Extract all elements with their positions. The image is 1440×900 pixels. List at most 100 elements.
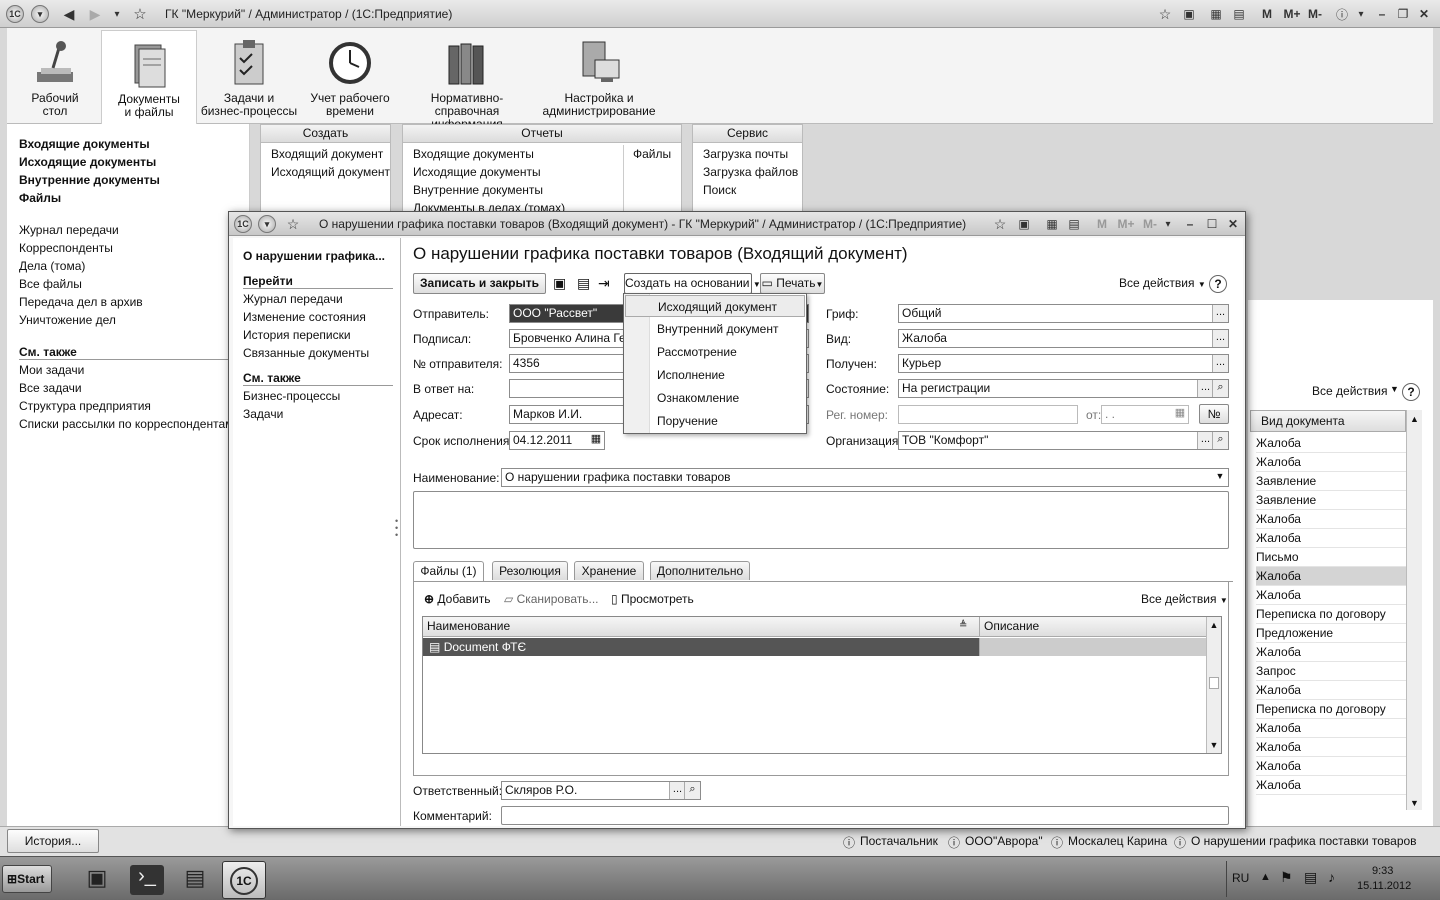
language-indicator[interactable]: RU [1232, 871, 1249, 885]
responsible-field[interactable]: Скляров Р.О. ... ⌕ [501, 781, 701, 800]
nav-correspondents[interactable]: Корреспонденты [19, 241, 113, 255]
calendar-icon[interactable]: ▤ [1065, 215, 1083, 233]
comment-field[interactable] [501, 806, 1229, 825]
m-icon[interactable]: M [1093, 215, 1111, 233]
tab-additional[interactable]: Дополнительно [650, 561, 750, 580]
nav-my-tasks[interactable]: Мои задачи [19, 363, 84, 377]
scroll-thumb[interactable] [1209, 677, 1219, 689]
from-date-field[interactable]: . . ▦ [1101, 405, 1189, 424]
table-row[interactable]: ▤ Document ФТЄ [423, 638, 979, 656]
minimize-icon[interactable]: – [1181, 215, 1199, 233]
report-files-link[interactable]: Файлы [633, 147, 671, 161]
organization-field[interactable]: ТОВ "Комфорт" ... ⌕ [898, 431, 1229, 450]
list-item[interactable]: Жалоба [1256, 453, 1406, 472]
calendar-icon[interactable]: ▤ [1230, 5, 1248, 23]
create-incoming-link[interactable]: Входящий документ [271, 147, 383, 161]
history-button[interactable]: История... [7, 829, 99, 853]
nav-cases[interactable]: Дела (тома) [19, 259, 85, 273]
list-item[interactable]: Жалоба [1256, 719, 1406, 738]
section-reference[interactable]: Нормативно-справочная информация [401, 38, 533, 131]
search-icon[interactable]: ⌕ [1212, 380, 1228, 397]
info-dropdown-icon[interactable]: ▾ [1352, 5, 1370, 23]
bg-scrollbar[interactable]: ▲ ▼ [1406, 410, 1422, 810]
forward-icon[interactable]: ▶ [86, 5, 104, 23]
bg-column-header[interactable]: Вид документа [1250, 410, 1406, 432]
select-button[interactable]: ... [1212, 355, 1228, 372]
side-correspondence-history[interactable]: История переписки [243, 328, 351, 342]
bg-all-actions[interactable]: Все действия [1312, 384, 1387, 398]
select-button[interactable]: ... [1212, 305, 1228, 322]
files-scrollbar[interactable]: ▲ ▼ [1206, 617, 1221, 753]
nav-transfer-journal[interactable]: Журнал передачи [19, 223, 119, 237]
create-based-on-button[interactable]: Создать на основании ▼ [624, 273, 761, 294]
view-button[interactable]: ▯ Просмотреть [611, 592, 694, 606]
section-admin[interactable]: Настройка и администрирование [537, 38, 661, 118]
list-icon[interactable]: ▤ [577, 275, 590, 292]
status-item[interactable]: ООО"Аврора" [965, 834, 1043, 848]
favorites-star-icon[interactable]: ☆ [284, 215, 302, 233]
calendar-icon[interactable]: ▦ [588, 432, 604, 449]
report-incoming-link[interactable]: Входящие документы [413, 147, 534, 161]
status-item[interactable]: О нарушении графика поставки товаров [1191, 834, 1417, 848]
menu-item-execution[interactable]: Исполнение [625, 364, 805, 386]
bookmark-icon[interactable]: ▣ [1015, 215, 1033, 233]
list-item[interactable]: Жалоба [1256, 738, 1406, 757]
name-field[interactable]: О нарушении графика поставки товаров ▼ [501, 468, 1229, 487]
create-outgoing-link[interactable]: Исходящий документ [271, 165, 390, 179]
files-all-actions[interactable]: Все действия ▼ [1141, 592, 1228, 606]
nav-internal-documents[interactable]: Внутренние документы [19, 173, 160, 187]
favorites-star-icon[interactable]: ☆ [131, 5, 149, 23]
scroll-up-icon[interactable]: ▲ [1407, 414, 1422, 424]
side-related-documents[interactable]: Связанные документы [243, 346, 369, 360]
received-field[interactable]: Курьер ... [898, 354, 1229, 373]
scroll-up-icon[interactable]: ▲ [1207, 620, 1221, 630]
list-item[interactable]: Жалоба [1256, 757, 1406, 776]
kind-field[interactable]: Жалоба ... [898, 329, 1229, 348]
powershell-taskbar-icon[interactable]: ›_ [130, 865, 164, 895]
nav-outgoing-documents[interactable]: Исходящие документы [19, 155, 156, 169]
files-col-desc-header[interactable]: Описание [979, 617, 1206, 637]
folder-taskbar-icon[interactable]: ▤ [178, 865, 212, 895]
side-tasks[interactable]: Задачи [243, 407, 283, 421]
menu-dropdown-icon[interactable]: ▾ [258, 215, 276, 233]
files-load-link[interactable]: Загрузка файлов [703, 165, 798, 179]
menu-item-assignment[interactable]: Поручение [625, 410, 805, 432]
list-item[interactable]: Запрос [1256, 662, 1406, 681]
report-internal-link[interactable]: Внутренние документы [413, 183, 543, 197]
m-plus-icon[interactable]: M+ [1115, 215, 1137, 233]
list-item[interactable]: Переписка по договору [1256, 605, 1406, 624]
list-item[interactable]: Письмо [1256, 548, 1406, 567]
m-minus-icon[interactable]: M- [1304, 5, 1326, 23]
star-icon[interactable]: ☆ [991, 215, 1009, 233]
tab-resolution[interactable]: Резолюция [492, 561, 568, 580]
close-icon[interactable]: ✕ [1224, 215, 1242, 233]
list-item[interactable]: Переписка по договору [1256, 700, 1406, 719]
history-dropdown-icon[interactable]: ▾ [108, 5, 126, 23]
side-transfer-journal[interactable]: Журнал передачи [243, 292, 343, 306]
computer-taskbar-icon[interactable]: ▣ [80, 865, 114, 895]
section-time[interactable]: Учет рабочего времени [302, 38, 398, 118]
nav-archive-transfer[interactable]: Передача дел в архив [19, 295, 143, 309]
nav-destruction[interactable]: Уничтожение дел [19, 313, 116, 327]
nav-org-structure[interactable]: Структура предприятия [19, 399, 151, 413]
speaker-muted-icon[interactable]: ♪ [1328, 869, 1335, 885]
calculator-icon[interactable]: ▦ [1207, 5, 1225, 23]
search-link[interactable]: Поиск [703, 183, 736, 197]
search-icon[interactable]: ⌕ [1212, 432, 1228, 449]
star-icon[interactable]: ☆ [1156, 5, 1174, 23]
side-business-processes[interactable]: Бизнес-процессы [243, 389, 340, 403]
m-minus-icon[interactable]: M- [1139, 215, 1161, 233]
select-button[interactable]: ... [1197, 380, 1213, 397]
close-icon[interactable]: ✕ [1415, 5, 1433, 23]
nav-files[interactable]: Файлы [19, 191, 61, 205]
scroll-down-icon[interactable]: ▼ [1407, 798, 1422, 808]
1c-logo-icon[interactable]: 1С [234, 215, 252, 233]
select-button[interactable]: ... [1197, 432, 1213, 449]
state-field[interactable]: На регистрации ... ⌕ [898, 379, 1229, 398]
section-desktop[interactable]: Рабочий стол [7, 38, 103, 118]
list-item[interactable]: Жалоба [1256, 643, 1406, 662]
menu-item-outgoing-document[interactable]: Исходящий документ [625, 295, 805, 317]
number-button[interactable]: № [1199, 404, 1229, 424]
splitter-handle[interactable]: • • • [395, 517, 398, 540]
scroll-down-icon[interactable]: ▼ [1207, 740, 1221, 750]
